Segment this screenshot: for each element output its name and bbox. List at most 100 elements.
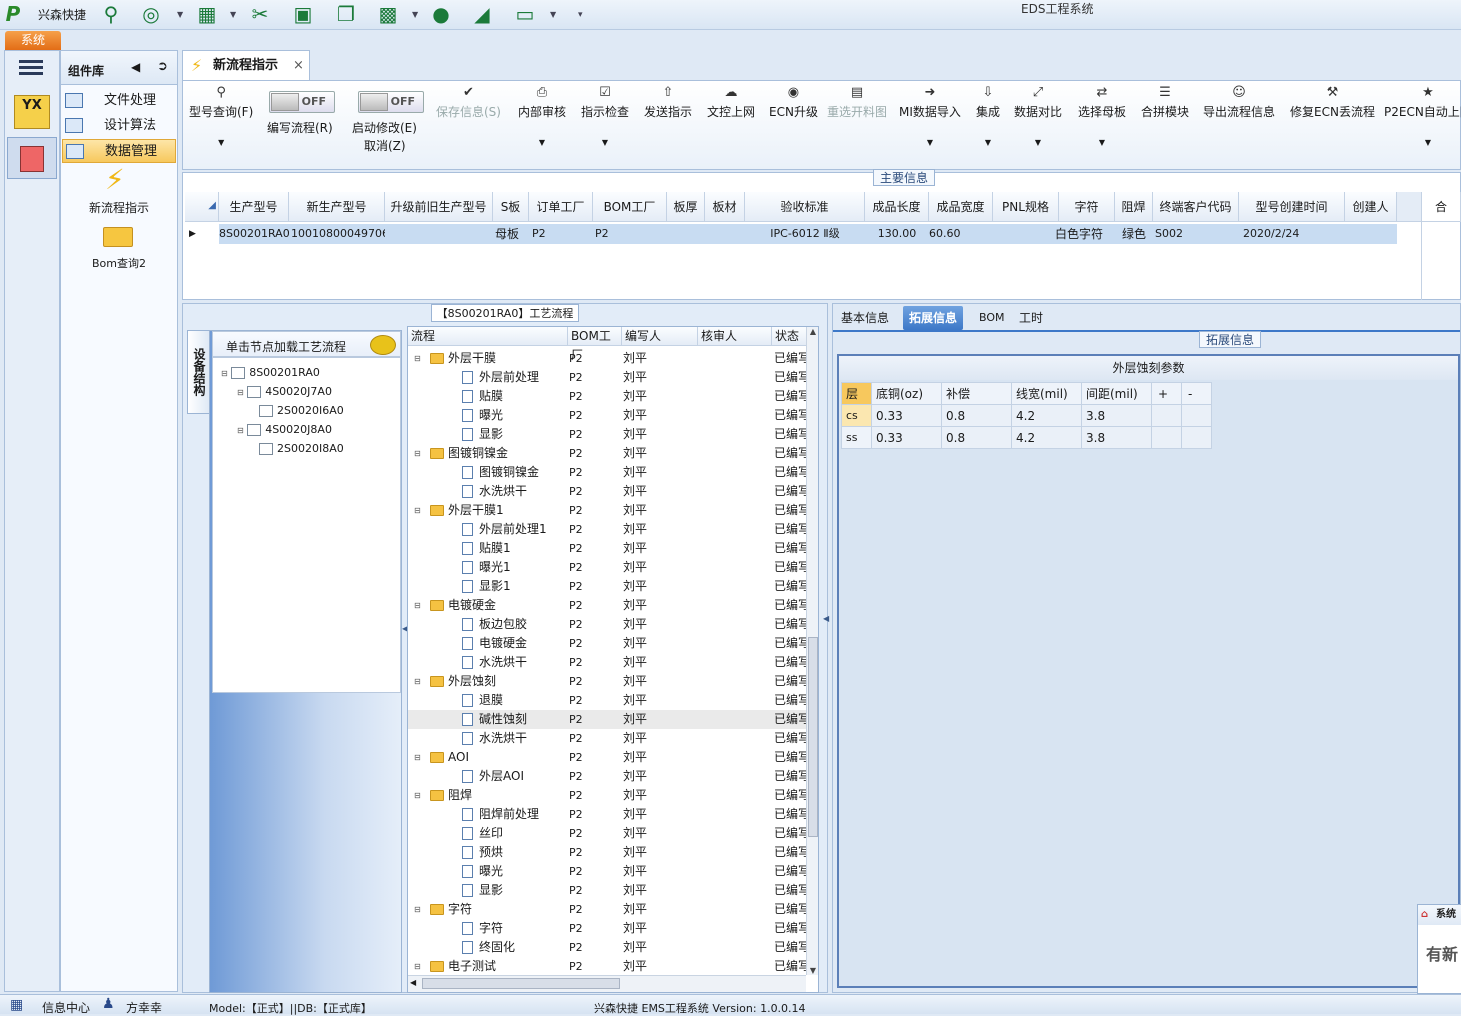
- splitter-arrow-icon[interactable]: ◀: [823, 614, 829, 623]
- col-header[interactable]: 新生产型号: [289, 192, 385, 222]
- col-header[interactable]: 核审人: [698, 327, 772, 346]
- collapse-icon[interactable]: ⊟: [414, 501, 421, 520]
- factory-icon[interactable]: YX: [14, 95, 50, 129]
- integrate-button[interactable]: ⇩ 集成 ▼: [976, 85, 1000, 147]
- flow-row[interactable]: 外层前处理1 P2 刘平 已编写: [408, 520, 808, 539]
- mi-data-import-button[interactable]: ➜ MI数据导入 ▼: [899, 85, 961, 147]
- folder-icon[interactable]: [103, 227, 133, 247]
- flow-row[interactable]: 板边包胶 P2 刘平 已编写: [408, 615, 808, 634]
- send-instruction-button[interactable]: ⇧ 发送指示: [644, 85, 692, 120]
- table-icon[interactable]: ▦: [194, 2, 220, 26]
- tree-node[interactable]: ⊟ 4S0020J7A0: [237, 385, 332, 398]
- flow-row[interactable]: 预烘 P2 刘平 已编写: [408, 843, 808, 862]
- user-icon[interactable]: ●: [428, 2, 454, 26]
- flow-row[interactable]: ⊟ AOI P2 刘平 已编写: [408, 748, 808, 767]
- data-compare-button[interactable]: ⤢ 数据对比 ▼: [1014, 85, 1062, 147]
- item-new-flow[interactable]: 新流程指示: [61, 199, 177, 216]
- flow-row[interactable]: 水洗烘干 P2 刘平 已编写: [408, 653, 808, 672]
- col-header[interactable]: 创建人: [1345, 192, 1397, 222]
- reselect-cutting-button[interactable]: ▤ 重选开料图: [827, 85, 887, 120]
- flow-row[interactable]: 曝光 P2 刘平 已编写: [408, 406, 808, 425]
- col-header[interactable]: 阻焊: [1115, 192, 1153, 222]
- chevron-down-icon[interactable]: ▼: [177, 10, 183, 19]
- col-header[interactable]: 底铜(oz): [871, 382, 942, 405]
- menu-data-management[interactable]: 数据管理: [62, 139, 176, 163]
- collapse-icon[interactable]: ⊟: [414, 957, 421, 976]
- col-header[interactable]: 成品长度: [865, 192, 929, 222]
- merge-module-button[interactable]: ☰ 合拼模块: [1141, 85, 1189, 120]
- flow-row[interactable]: 碱性蚀刻 P2 刘平 已编写: [408, 710, 808, 729]
- col-header[interactable]: 合: [1421, 192, 1461, 222]
- flow-row[interactable]: ⊟ 字符 P2 刘平 已编写: [408, 900, 808, 919]
- select-mother-board-button[interactable]: ⇄ 选择母板 ▼: [1078, 85, 1126, 147]
- flow-row[interactable]: 贴膜 P2 刘平 已编写: [408, 387, 808, 406]
- col-header[interactable]: 间距(mil): [1081, 382, 1152, 405]
- collapse-icon[interactable]: ⊟: [414, 596, 421, 615]
- col-header[interactable]: 层: [841, 382, 872, 405]
- col-header[interactable]: 流程: [408, 327, 568, 346]
- copy-icon[interactable]: ❐: [333, 2, 359, 26]
- tab-bom[interactable]: BOM: [973, 306, 1011, 330]
- tab-new-flow[interactable]: ⚡ 新流程指示 ×: [182, 50, 310, 80]
- internal-review-button[interactable]: ⎙ 内部审核 ▼: [518, 85, 566, 147]
- close-icon[interactable]: ×: [293, 51, 304, 81]
- system-tab[interactable]: 系统: [5, 31, 61, 50]
- collapse-icon[interactable]: ⊟: [414, 900, 421, 919]
- tree-node[interactable]: ⊟ 8S00201RA0: [221, 366, 320, 379]
- col-header[interactable]: BOM工厂: [568, 327, 622, 362]
- flow-row[interactable]: ⊟ 外层干膜 P2 刘平 已编写: [408, 349, 808, 368]
- table-row[interactable]: cs 0.33 0.8 4.2 3.8: [841, 404, 1212, 427]
- col-header[interactable]: 生产型号: [219, 192, 289, 222]
- col-header[interactable]: 板厚: [667, 192, 705, 222]
- flow-row[interactable]: 电镀硬金 P2 刘平 已编写: [408, 634, 808, 653]
- horizontal-scrollbar[interactable]: ◀: [408, 975, 806, 992]
- col-header[interactable]: 成品宽度: [929, 192, 993, 222]
- pin-icon[interactable]: ➲: [157, 59, 168, 74]
- collapse-icon[interactable]: ⊟: [414, 672, 421, 691]
- grid-icon[interactable]: ▦: [10, 997, 23, 1013]
- area-chart-icon[interactable]: ◢: [467, 2, 497, 26]
- flow-row[interactable]: 显影 P2 刘平 已编写: [408, 425, 808, 444]
- tree-node[interactable]: ⊟ 4S0020J8A0: [237, 423, 332, 436]
- col-header[interactable]: S板: [493, 192, 529, 222]
- flow-row[interactable]: 阻焊前处理 P2 刘平 已编写: [408, 805, 808, 824]
- lightning-icon[interactable]: ⚡: [105, 165, 133, 195]
- export-flow-button[interactable]: ☺ 导出流程信息: [1203, 85, 1275, 120]
- col-header[interactable]: 字符: [1059, 192, 1115, 222]
- flow-row[interactable]: 水洗烘干 P2 刘平 已编写: [408, 729, 808, 748]
- col-header[interactable]: 升级前旧生产型号: [385, 192, 493, 222]
- menu-file-processing[interactable]: 文件处理: [62, 89, 176, 113]
- col-header[interactable]: 补偿: [941, 382, 1012, 405]
- col-header[interactable]: 编写人: [622, 327, 698, 346]
- start-modify-toggle[interactable]: OFF: [358, 91, 424, 113]
- col-header[interactable]: 终端客户代码: [1153, 192, 1239, 222]
- model-query-button[interactable]: ⚲ 型号查询(F) ▼: [189, 85, 253, 147]
- col-header[interactable]: 线宽(mil): [1011, 382, 1082, 405]
- flow-row[interactable]: 曝光1 P2 刘平 已编写: [408, 558, 808, 577]
- collapse-icon[interactable]: ⊟: [414, 786, 421, 805]
- calculator-icon[interactable]: [7, 137, 57, 179]
- tab-equipment-structure[interactable]: 设备结构: [187, 330, 209, 414]
- flow-row[interactable]: ⊟ 外层干膜1 P2 刘平 已编写: [408, 501, 808, 520]
- tab-work-hours[interactable]: 工时: [1013, 306, 1049, 330]
- col-header[interactable]: PNL规格: [993, 192, 1059, 222]
- info-center-link[interactable]: 信息中心: [42, 999, 90, 1016]
- flow-row[interactable]: 外层前处理 P2 刘平 已编写: [408, 368, 808, 387]
- ecn-upgrade-button[interactable]: ◉ ECN升级: [769, 85, 818, 120]
- row-pointer-icon[interactable]: ▶: [185, 224, 219, 244]
- chevron-down-icon[interactable]: ▼: [550, 10, 556, 19]
- col-header[interactable]: 订单工厂: [529, 192, 593, 222]
- flow-row[interactable]: 贴膜1 P2 刘平 已编写: [408, 539, 808, 558]
- flow-row[interactable]: ⊟ 外层蚀刻 P2 刘平 已编写: [408, 672, 808, 691]
- flow-row[interactable]: 退膜 P2 刘平 已编写: [408, 691, 808, 710]
- flow-row[interactable]: 图镀铜镍金 P2 刘平 已编写: [408, 463, 808, 482]
- collapse-icon[interactable]: ⊟: [414, 349, 421, 368]
- table-row[interactable]: ss 0.33 0.8 4.2 3.8: [841, 426, 1212, 449]
- search-icon[interactable]: ⚲: [98, 2, 124, 26]
- flow-row[interactable]: 曝光 P2 刘平 已编写: [408, 862, 808, 881]
- add-column-button[interactable]: +: [1151, 382, 1182, 405]
- tree-node[interactable]: 2S0020I8A0: [259, 442, 344, 455]
- chevron-down-icon[interactable]: ▼: [412, 10, 418, 19]
- comment-icon[interactable]: [370, 335, 396, 355]
- col-header[interactable]: 状态: [772, 327, 808, 346]
